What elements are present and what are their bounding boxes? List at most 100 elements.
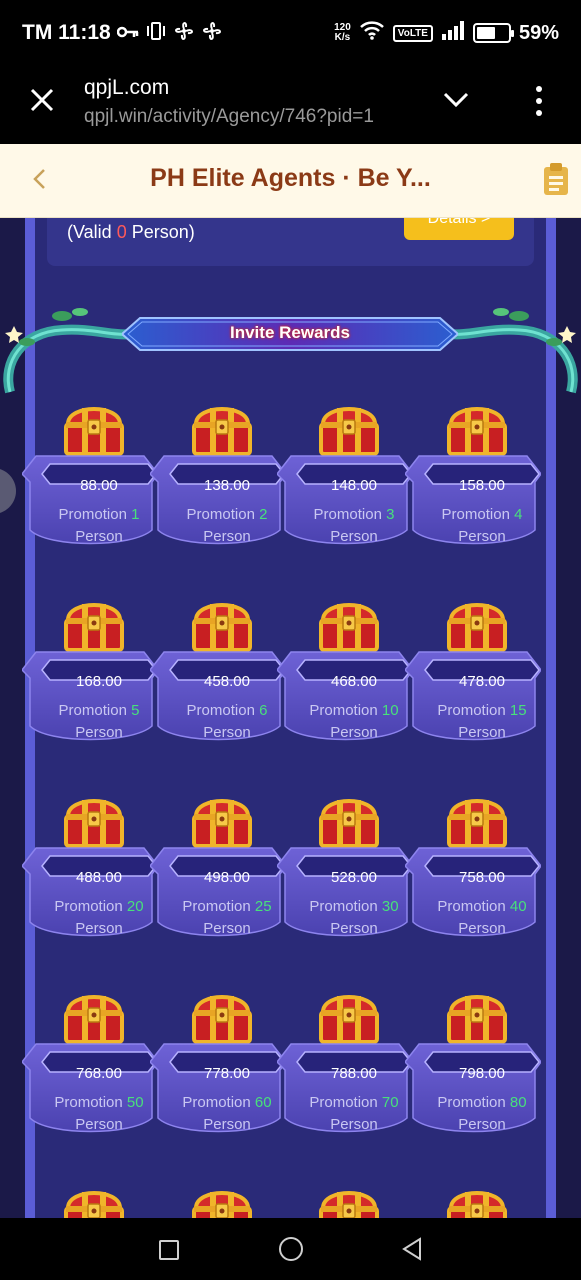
- reward-amount: 148.00: [331, 477, 377, 494]
- treasure-chest-icon: [64, 1191, 124, 1218]
- invite-rewards-banner: Invite Rewards: [0, 302, 581, 402]
- reward-card[interactable]: 758.00 Promotion 40 Person: [405, 790, 541, 950]
- promotion-line: Promotion 40: [405, 898, 559, 915]
- browser-toolbar: qpjL.com qpjl.win/activity/Agency/746?pi…: [0, 66, 581, 144]
- promotion-label: Promotion: [54, 1094, 123, 1111]
- reward-card[interactable]: 798.00 Promotion 80 Person: [405, 986, 541, 1146]
- treasure-chest-icon: [64, 995, 124, 1044]
- battery-icon: [472, 23, 514, 43]
- details-button[interactable]: Details >: [404, 218, 514, 240]
- reward-card[interactable]: 468.00 Promotion 10 Person: [277, 594, 413, 754]
- treasure-chest-icon: [319, 995, 379, 1044]
- reward-card[interactable]: [277, 1182, 413, 1218]
- more-options-button[interactable]: [530, 86, 548, 116]
- reward-card[interactable]: 488.00 Promotion 20 Person: [22, 790, 158, 950]
- reward-amount: 478.00: [459, 673, 505, 690]
- vibrate-icon: [145, 21, 167, 46]
- reward-card[interactable]: [150, 1182, 286, 1218]
- reward-card[interactable]: 788.00 Promotion 70 Person: [277, 986, 413, 1146]
- promotion-count: 2: [259, 506, 268, 523]
- reward-card[interactable]: 498.00 Promotion 25 Person: [150, 790, 286, 950]
- reward-card[interactable]: 778.00 Promotion 60 Person: [150, 986, 286, 1146]
- reward-card[interactable]: 148.00 Promotion 3 Person: [277, 398, 413, 558]
- promotion-count: 5: [131, 702, 140, 719]
- treasure-chest-icon: [192, 799, 252, 848]
- valid-summary: (Valid 0 Person): [67, 222, 195, 243]
- promotion-label: Promotion: [309, 898, 378, 915]
- clipboard-icon: [544, 163, 568, 195]
- close-icon: [30, 88, 54, 112]
- status-bar: TM 11:18 120 K/s VoLTE 59%: [0, 0, 581, 66]
- page-title: PH Elite Agents · Be Y...: [150, 164, 431, 192]
- reward-amount: 498.00: [204, 869, 250, 886]
- reward-card[interactable]: [405, 1182, 541, 1218]
- reward-card[interactable]: 138.00 Promotion 2 Person: [150, 398, 286, 558]
- reward-card[interactable]: 768.00 Promotion 50 Person: [22, 986, 158, 1146]
- promotion-count: 60: [254, 1094, 272, 1111]
- promotion-count: 20: [126, 898, 144, 915]
- expand-button[interactable]: [442, 90, 470, 110]
- reward-amount: 168.00: [76, 673, 122, 690]
- network-speed-unit: K/s: [334, 32, 351, 43]
- promotion-label: Promotion: [437, 1094, 506, 1111]
- promotion-count: 25: [254, 898, 272, 915]
- fan-icon: [201, 20, 223, 47]
- volte-badge: VoLTE: [392, 24, 433, 42]
- promotion-label: Promotion: [182, 898, 251, 915]
- treasure-chest-icon: [319, 1191, 379, 1218]
- recents-button[interactable]: [159, 1240, 179, 1260]
- promotion-label: Promotion: [58, 506, 127, 523]
- fan-icon: [173, 20, 195, 47]
- promotion-count: 50: [126, 1094, 144, 1111]
- system-back-button[interactable]: [400, 1236, 424, 1262]
- reward-amount: 798.00: [459, 1065, 505, 1082]
- invite-rewards-title: Invite Rewards: [230, 323, 350, 342]
- treasure-chest-icon: [319, 603, 379, 652]
- treasure-chest-icon: [447, 603, 507, 652]
- treasure-chest-icon: [447, 407, 507, 456]
- reward-card[interactable]: 88.00 Promotion 1 Person: [22, 398, 158, 558]
- promotion-label: Promotion: [437, 702, 506, 719]
- reward-card[interactable]: 528.00 Promotion 30 Person: [277, 790, 413, 950]
- promotion-label: Promotion: [309, 1094, 378, 1111]
- treasure-chest-icon: [319, 799, 379, 848]
- url-text[interactable]: qpjl.win/activity/Agency/746?pid=1: [84, 106, 414, 128]
- promotion-count: 30: [381, 898, 399, 915]
- promotion-line: Promotion 4: [405, 506, 559, 523]
- site-title[interactable]: qpjL.com: [84, 76, 169, 100]
- more-vertical-icon: [536, 86, 542, 92]
- promotion-count: 70: [381, 1094, 399, 1111]
- promotion-label: Promotion: [313, 506, 382, 523]
- reward-card[interactable]: 478.00 Promotion 15 Person: [405, 594, 541, 754]
- reward-card[interactable]: 158.00 Promotion 4 Person: [405, 398, 541, 558]
- promotion-label: Promotion: [437, 898, 506, 915]
- treasure-chest-icon: [447, 799, 507, 848]
- home-button[interactable]: [279, 1237, 303, 1261]
- reward-amount: 768.00: [76, 1065, 122, 1082]
- floating-handle[interactable]: [0, 468, 16, 514]
- vine-left-decoration: [3, 308, 131, 394]
- signal-icon: [441, 20, 465, 46]
- promotion-count: 6: [259, 702, 268, 719]
- reward-card[interactable]: 458.00 Promotion 6 Person: [150, 594, 286, 754]
- treasure-chest-icon: [319, 407, 379, 456]
- reward-card[interactable]: 168.00 Promotion 5 Person: [22, 594, 158, 754]
- status-right: 120 K/s VoLTE 59%: [334, 20, 559, 46]
- close-button[interactable]: [28, 86, 56, 114]
- person-label: Person: [458, 724, 506, 741]
- activity-content[interactable]: (Valid 0 Person) Details > Invite Reward…: [0, 218, 581, 1218]
- network-speed: 120 K/s: [334, 23, 351, 43]
- person-label: Person: [458, 528, 506, 545]
- promotion-line: Promotion 15: [405, 702, 559, 719]
- treasure-chest-icon: [447, 1191, 507, 1218]
- promotion-count: 80: [509, 1094, 527, 1111]
- reward-amount: 758.00: [459, 869, 505, 886]
- key-icon: [116, 23, 139, 44]
- reward-card[interactable]: [22, 1182, 158, 1218]
- status-left: TM 11:18: [22, 20, 223, 47]
- rules-button[interactable]: [542, 162, 570, 196]
- treasure-chest-icon: [192, 407, 252, 456]
- reward-amount: 458.00: [204, 673, 250, 690]
- battery-percent: 59%: [518, 21, 559, 44]
- promotion-count: 1: [131, 506, 140, 523]
